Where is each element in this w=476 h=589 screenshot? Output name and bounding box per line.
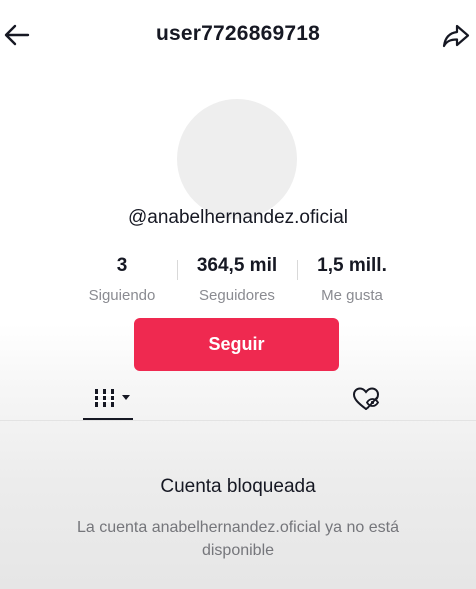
- tab-videos[interactable]: [83, 382, 133, 422]
- blocked-account-title: Cuenta bloqueada: [160, 476, 316, 497]
- hidden-heart-icon: [352, 387, 380, 410]
- likes-count: 1,5 mill.: [317, 255, 387, 276]
- top-bar: user7726869718: [0, 0, 476, 72]
- stat-divider: [177, 260, 178, 280]
- follow-button[interactable]: Seguir: [134, 318, 339, 371]
- tab-liked-videos[interactable]: [350, 384, 382, 414]
- stat-followers[interactable]: 364,5 mil Seguidores: [182, 255, 292, 305]
- avatar[interactable]: [177, 99, 297, 219]
- blocked-account-message: La cuenta anabelhernandez.oficial ya no …: [76, 519, 399, 559]
- stat-likes[interactable]: 1,5 mill. Me gusta: [302, 255, 402, 305]
- stat-following[interactable]: 3 Siguiendo: [72, 255, 172, 305]
- tabs-divider: [0, 420, 476, 421]
- profile-handle: @anabelhernandez.oficial: [128, 207, 348, 228]
- share-arrow-icon: [442, 24, 470, 48]
- grid-icon: [94, 389, 115, 407]
- following-label: Siguiendo: [88, 287, 156, 304]
- stat-divider: [297, 260, 298, 280]
- followers-label: Seguidores: [199, 287, 275, 304]
- share-button[interactable]: [440, 20, 472, 52]
- page-title: user7726869718: [156, 22, 320, 45]
- followers-count: 364,5 mil: [196, 255, 278, 276]
- caret-down-icon: [122, 395, 130, 400]
- following-count: 3: [116, 255, 128, 276]
- likes-label: Me gusta: [321, 287, 383, 304]
